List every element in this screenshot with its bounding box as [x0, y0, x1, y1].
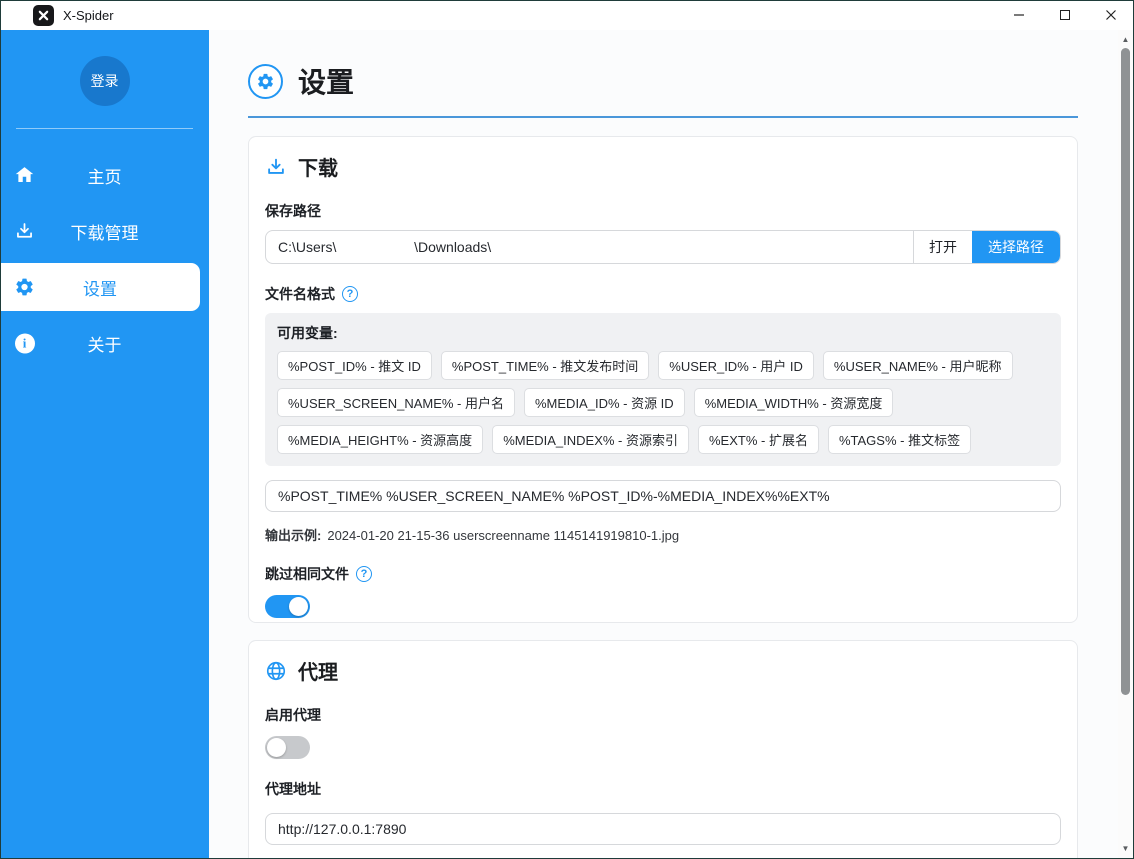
- download-icon: [265, 156, 287, 178]
- available-variables-box: 可用变量: %POST_ID% - 推文 ID %POST_TIME% - 推文…: [265, 313, 1061, 466]
- variables-row-1: %POST_ID% - 推文 ID %POST_TIME% - 推文发布时间 %…: [277, 351, 1049, 380]
- login-label: 登录: [91, 71, 119, 91]
- variable-chip[interactable]: %MEDIA_WIDTH% - 资源宽度: [694, 388, 894, 417]
- enable-proxy-label: 启用代理: [265, 705, 1061, 725]
- variable-chip[interactable]: %MEDIA_HEIGHT% - 资源高度: [277, 425, 483, 454]
- gear-icon: [13, 276, 36, 299]
- filename-format-label-row: 文件名格式 ?: [265, 284, 1061, 304]
- download-icon: [13, 220, 36, 243]
- variable-chip[interactable]: %POST_TIME% - 推文发布时间: [441, 351, 649, 380]
- toggle-knob: [289, 597, 308, 616]
- sidebar-divider: [16, 128, 193, 129]
- help-icon[interactable]: ?: [342, 286, 358, 302]
- variable-chip[interactable]: %USER_ID% - 用户 ID: [658, 351, 814, 380]
- sidebar-item-download-manager[interactable]: 下载管理: [0, 207, 209, 255]
- variable-chip[interactable]: %USER_NAME% - 用户昵称: [823, 351, 1013, 380]
- app-logo-x-icon: [33, 5, 54, 26]
- variables-title: 可用变量:: [277, 323, 1049, 343]
- save-path-input[interactable]: [266, 231, 913, 263]
- output-example: 输出示例: 2024-01-20 21-15-36 userscreenname …: [265, 525, 1061, 544]
- variable-chip[interactable]: %TAGS% - 推文标签: [828, 425, 971, 454]
- variable-chip[interactable]: %USER_SCREEN_NAME% - 用户名: [277, 388, 515, 417]
- maximize-icon[interactable]: [1042, 0, 1088, 30]
- proxy-section-title: 代理: [298, 656, 338, 685]
- variable-chip[interactable]: %MEDIA_INDEX% - 资源索引: [492, 425, 689, 454]
- proxy-address-label: 代理地址: [265, 779, 1061, 799]
- output-example-label: 输出示例:: [265, 528, 321, 543]
- sidebar-item-home[interactable]: 主页: [0, 151, 209, 199]
- info-icon: i: [13, 332, 36, 355]
- skip-same-file-label: 跳过相同文件: [265, 564, 349, 584]
- proxy-address-input[interactable]: [265, 813, 1061, 845]
- filename-format-input[interactable]: [265, 480, 1061, 512]
- download-section: 下载 保存路径 打开 选择路径 文件名格式 ? 可用变量: %POST_ID% …: [248, 136, 1078, 623]
- filename-format-label: 文件名格式: [265, 284, 335, 304]
- proxy-section-header: 代理: [265, 656, 1061, 685]
- main-content: 设置 下载 保存路径 打开 选择路径 文件名格式 ? 可用变量: %POST_I…: [209, 30, 1134, 859]
- home-icon: [13, 164, 36, 187]
- sidebar-item-about[interactable]: i 关于: [0, 319, 209, 367]
- choose-path-button[interactable]: 选择路径: [972, 231, 1060, 263]
- sidebar: 登录 主页 下载管理 设置 i 关于: [0, 30, 209, 859]
- save-path-label: 保存路径: [265, 201, 1061, 221]
- proxy-section: 代理 启用代理 代理地址: [248, 640, 1078, 859]
- minimize-icon[interactable]: [996, 0, 1042, 30]
- variable-chip[interactable]: %EXT% - 扩展名: [698, 425, 819, 454]
- download-section-title: 下载: [298, 152, 338, 181]
- window-controls: [996, 0, 1134, 30]
- download-section-header: 下载: [265, 152, 1061, 181]
- close-icon[interactable]: [1088, 0, 1134, 30]
- app-title: X-Spider: [63, 8, 114, 23]
- page-title: 设置: [298, 61, 354, 101]
- save-path-group: 打开 选择路径: [265, 230, 1061, 264]
- scrollbar-thumb[interactable]: [1121, 48, 1130, 695]
- open-button[interactable]: 打开: [913, 231, 972, 263]
- variable-chip[interactable]: %POST_ID% - 推文 ID: [277, 351, 432, 380]
- scroll-down-icon[interactable]: ▼: [1118, 841, 1133, 856]
- skip-same-file-label-row: 跳过相同文件 ?: [265, 564, 1061, 584]
- output-example-value: 2024-01-20 21-15-36 userscreenname 11451…: [327, 528, 679, 543]
- variable-chip[interactable]: %MEDIA_ID% - 资源 ID: [524, 388, 685, 417]
- login-button[interactable]: 登录: [80, 56, 130, 106]
- header-divider: [248, 116, 1078, 118]
- page-header: 设置: [248, 61, 354, 101]
- scrollbar: ▲ ▼: [1118, 30, 1133, 858]
- settings-gear-icon: [248, 64, 283, 99]
- toggle-knob: [267, 738, 286, 757]
- skip-same-file-toggle[interactable]: [265, 595, 310, 618]
- globe-icon: [265, 660, 287, 682]
- variables-row-2: %USER_SCREEN_NAME% - 用户名 %MEDIA_ID% - 资源…: [277, 388, 1049, 417]
- titlebar: X-Spider: [0, 0, 1134, 30]
- sidebar-item-settings[interactable]: 设置: [0, 263, 200, 311]
- sidebar-nav: 主页 下载管理 设置 i 关于: [0, 151, 209, 367]
- scroll-up-icon[interactable]: ▲: [1118, 32, 1133, 47]
- variables-row-3: %MEDIA_HEIGHT% - 资源高度 %MEDIA_INDEX% - 资源…: [277, 425, 1049, 454]
- help-icon[interactable]: ?: [356, 566, 372, 582]
- enable-proxy-toggle[interactable]: [265, 736, 310, 759]
